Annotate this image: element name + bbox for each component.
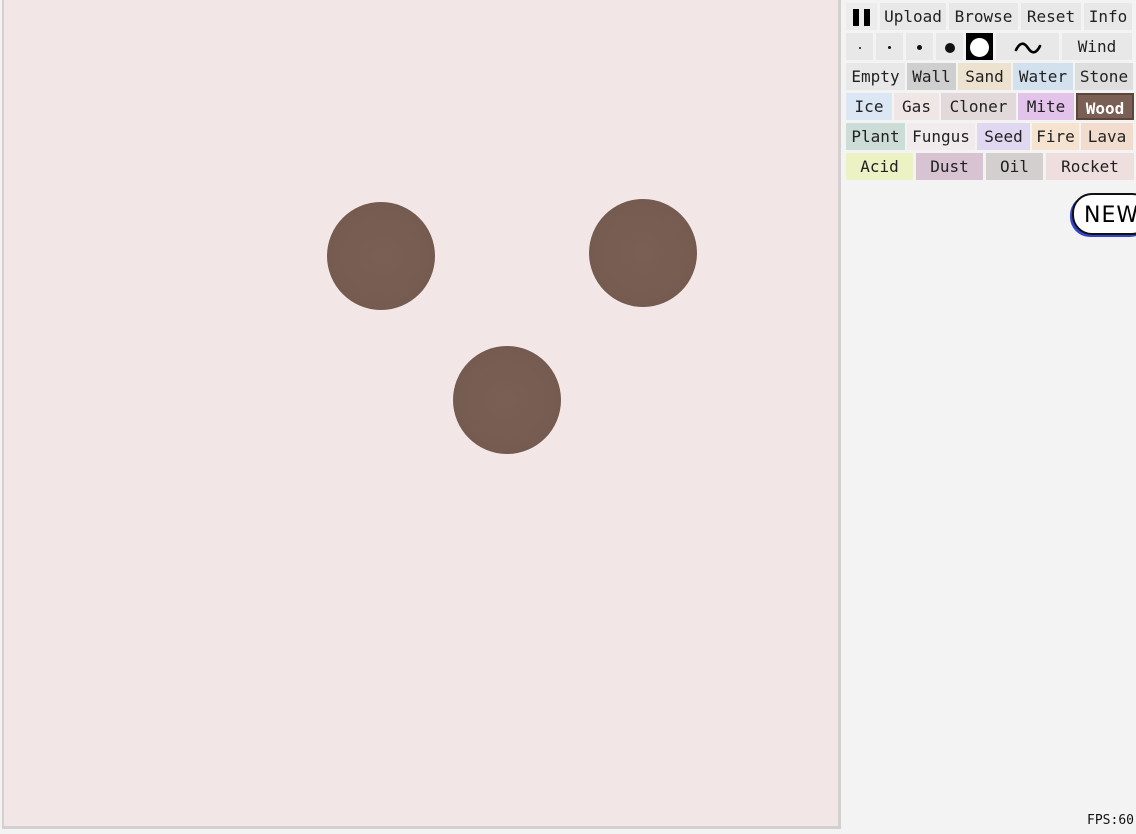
wood-blob: [327, 202, 435, 310]
pause-button[interactable]: [846, 3, 877, 30]
brush-size-5-button[interactable]: [966, 33, 993, 60]
element-row: Empty Wall Sand Water Stone: [844, 63, 1136, 90]
element-plant-button[interactable]: Plant: [846, 123, 905, 150]
element-empty-button[interactable]: Empty: [846, 63, 905, 90]
brush-size-3-button[interactable]: [906, 33, 933, 60]
toolbar-row: Upload Browse Reset Info: [844, 3, 1136, 30]
element-water-button[interactable]: Water: [1013, 63, 1073, 90]
upload-button[interactable]: Upload: [880, 3, 946, 30]
element-row: Ice Gas Cloner Mite Wood: [844, 93, 1136, 120]
wave-mode-button[interactable]: [996, 33, 1059, 60]
element-fire-button[interactable]: Fire: [1032, 123, 1079, 150]
dot-icon: [888, 46, 891, 49]
circle-icon: [970, 38, 989, 57]
element-oil-button[interactable]: Oil: [986, 153, 1043, 180]
wind-button[interactable]: Wind: [1062, 33, 1132, 60]
element-gas-button[interactable]: Gas: [894, 93, 939, 120]
dot-icon: [917, 45, 922, 50]
element-fungus-button[interactable]: Fungus: [907, 123, 975, 150]
element-sand-button[interactable]: Sand: [958, 63, 1011, 90]
dot-icon: [944, 42, 955, 53]
simulation-canvas[interactable]: [2, 0, 841, 829]
element-acid-button[interactable]: Acid: [846, 153, 913, 180]
new-badge[interactable]: NEW: [1072, 193, 1136, 235]
reset-button[interactable]: Reset: [1021, 3, 1081, 30]
browse-button[interactable]: Browse: [949, 3, 1018, 30]
tilde-wave-icon: [1014, 41, 1041, 54]
element-rocket-button[interactable]: Rocket: [1046, 153, 1134, 180]
dot-icon: [858, 46, 861, 49]
element-seed-button[interactable]: Seed: [977, 123, 1030, 150]
element-ice-button[interactable]: Ice: [846, 93, 892, 120]
brush-size-4-button[interactable]: [936, 33, 963, 60]
element-lava-button[interactable]: Lava: [1081, 123, 1133, 150]
element-row: Acid Dust Oil Rocket: [844, 153, 1136, 180]
brush-size-row: Wind: [844, 33, 1136, 60]
element-mite-button[interactable]: Mite: [1018, 93, 1074, 120]
brush-size-2-button[interactable]: [876, 33, 903, 60]
element-wood-button[interactable]: Wood: [1076, 93, 1134, 120]
element-cloner-button[interactable]: Cloner: [941, 93, 1016, 120]
element-dust-button[interactable]: Dust: [916, 153, 983, 180]
element-row: Plant Fungus Seed Fire Lava: [844, 123, 1136, 150]
info-button[interactable]: Info: [1084, 3, 1132, 30]
wood-blob: [453, 346, 561, 454]
element-wall-button[interactable]: Wall: [907, 63, 956, 90]
element-stone-button[interactable]: Stone: [1075, 63, 1133, 90]
wood-blob: [589, 199, 697, 307]
fps-counter: FPS:60: [1087, 813, 1134, 828]
brush-size-1-button[interactable]: [846, 33, 873, 60]
